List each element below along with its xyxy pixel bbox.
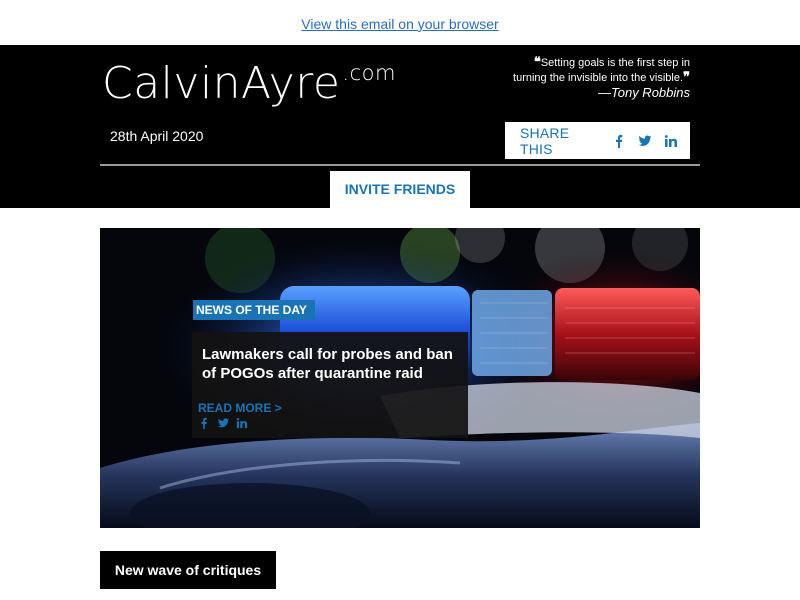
calvinayre-logo[interactable]: CalvinAyre.com <box>102 62 396 106</box>
issue-date: 28th April 2020 <box>110 128 204 144</box>
linkedin-icon[interactable] <box>664 134 678 148</box>
quote-author: —Tony Robbins <box>597 85 690 100</box>
facebook-icon[interactable] <box>612 134 626 148</box>
logo-main-text: CalvinAyre <box>102 58 341 109</box>
logo-suffix-text: .com <box>342 61 396 85</box>
featured-story-card: Lawmakers call for probes and ban of POG… <box>192 332 468 438</box>
header-quote: ❝Setting goals is the first step in turn… <box>470 55 690 85</box>
story-share-icons <box>198 416 255 429</box>
quote-line-1: Setting goals is the first step in <box>540 57 690 69</box>
news-of-the-day-tag: NEWS OF THE DAY <box>193 300 315 320</box>
open-quote-icon: ❝ <box>533 54 541 69</box>
read-more-link[interactable]: READ MORE > <box>198 401 282 415</box>
close-quote-icon: ❞ <box>683 69 690 84</box>
share-label: SHARE THIS <box>520 124 570 157</box>
featured-story-title[interactable]: Lawmakers call for probes and ban of POG… <box>202 345 462 383</box>
share-panel: SHARE THIS <box>505 122 690 159</box>
view-in-browser-link[interactable]: View this email on your browser <box>0 16 800 32</box>
section-heading-critiques[interactable]: New wave of critiques <box>100 551 276 589</box>
invite-friends-button[interactable]: INVITE FRIENDS <box>330 171 470 208</box>
header-divider <box>100 164 700 166</box>
twitter-icon[interactable] <box>638 134 652 148</box>
linkedin-icon[interactable] <box>236 416 248 429</box>
twitter-icon[interactable] <box>217 416 229 428</box>
facebook-icon[interactable] <box>198 416 210 429</box>
quote-line-2: turning the invisible into the visible. <box>513 72 683 84</box>
top-bar: View this email on your browser <box>0 0 800 45</box>
